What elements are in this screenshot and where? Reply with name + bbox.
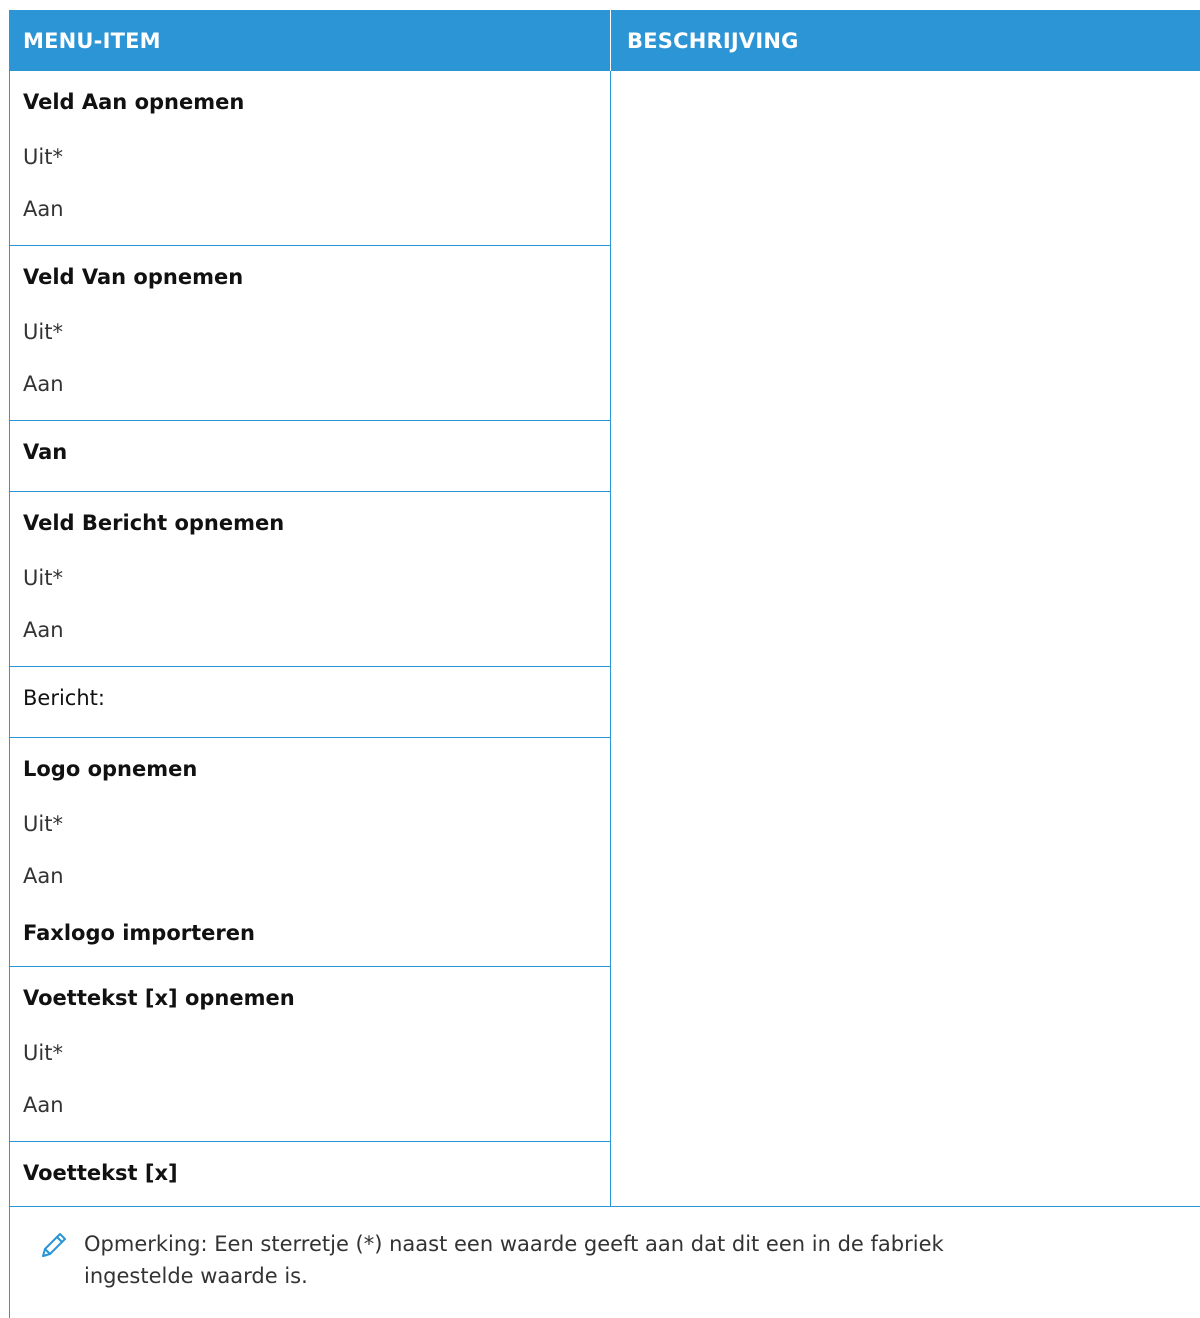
- menu-group: Van: [10, 421, 610, 492]
- menu-item-title: Voettekst [x] opnemen: [10, 967, 610, 1027]
- menu-group: Veld Aan opnemen Uit* Aan: [10, 71, 610, 246]
- menu-option: Uit*: [23, 812, 63, 836]
- menu-option: Aan: [23, 864, 64, 888]
- menu-option: Aan: [23, 618, 64, 642]
- menu-item-title: Veld Bericht opnemen: [10, 492, 610, 552]
- menu-option: Aan: [23, 372, 64, 396]
- menu-item-title-text: Voettekst [x]: [23, 1161, 178, 1185]
- menu-item-title-text: Logo opnemen: [23, 757, 198, 781]
- header-description: BESCHRIJVING: [627, 28, 799, 53]
- note-row: Opmerking: Een sterretje (*) naast een w…: [9, 1206, 1200, 1318]
- menu-group: Bericht:: [10, 667, 610, 738]
- table-header: MENU-ITEM BESCHRIJVING: [9, 10, 1200, 71]
- menu-option: Uit*: [23, 145, 63, 169]
- menu-item-title: Logo opnemen: [10, 738, 610, 798]
- menu-group: Veld Van opnemen Uit* Aan: [10, 246, 610, 421]
- menu-item-title: Voettekst [x]: [10, 1142, 610, 1202]
- menu-option: Uit*: [23, 1041, 63, 1065]
- menu-group: Faxlogo importeren: [10, 902, 610, 967]
- menu-item-title-text: Van: [23, 440, 68, 464]
- description-column: [611, 71, 1200, 1206]
- menu-option: Uit*: [23, 320, 63, 344]
- menu-option: Aan: [23, 1093, 64, 1117]
- note-text: Opmerking: Een sterretje (*) naast een w…: [84, 1232, 944, 1288]
- menu-item-title-text: Veld Van opnemen: [23, 265, 244, 289]
- menu-item-title-text: Bericht:: [23, 686, 105, 710]
- pencil-icon: [42, 1233, 66, 1257]
- menu-item-column: Veld Aan opnemen Uit* Aan Veld Van opnem…: [10, 71, 611, 1206]
- menu-option: Aan: [23, 197, 64, 221]
- table-body: Veld Aan opnemen Uit* Aan Veld Van opnem…: [9, 71, 1200, 1206]
- menu-group: Logo opnemen Uit* Aan: [10, 738, 610, 902]
- menu-item-title-text: Veld Bericht opnemen: [23, 511, 285, 535]
- menu-group: Voettekst [x]: [10, 1142, 610, 1206]
- menu-item-title-text: Veld Aan opnemen: [23, 90, 245, 114]
- menu-item-title: Veld Aan opnemen: [10, 71, 610, 131]
- menu-item-title-text: Faxlogo importeren: [23, 921, 255, 945]
- menu-item-title: Van: [10, 421, 610, 481]
- menu-option: Uit*: [23, 566, 63, 590]
- menu-item-title: Bericht:: [10, 667, 610, 727]
- menu-table: MENU-ITEM BESCHRIJVING Veld Aan opnemen …: [9, 10, 1200, 1318]
- menu-group: Voettekst [x] opnemen Uit* Aan: [10, 967, 610, 1142]
- menu-item-title-text: Voettekst [x] opnemen: [23, 986, 295, 1010]
- menu-item-title: Faxlogo importeren: [10, 902, 610, 962]
- menu-item-title: Veld Van opnemen: [10, 246, 610, 306]
- menu-group: Veld Bericht opnemen Uit* Aan: [10, 492, 610, 667]
- header-menu-item: MENU-ITEM: [23, 28, 161, 53]
